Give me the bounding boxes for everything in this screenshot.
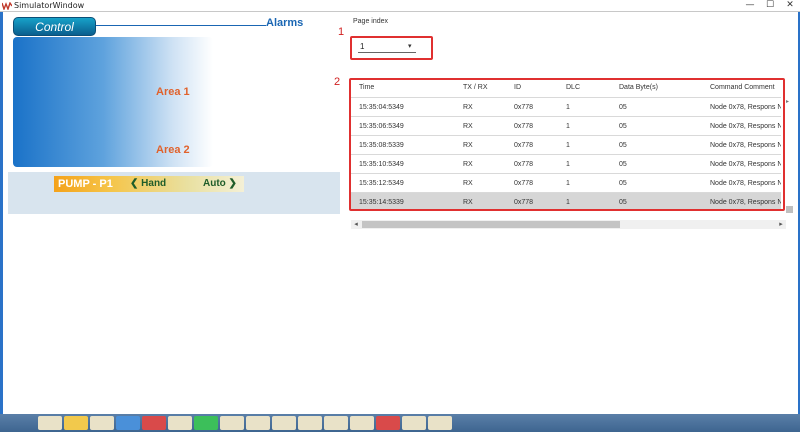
table-cell: 15:35:14:5339 xyxy=(359,199,404,206)
table-row[interactable]: 15:35:10:5349 RX 0x778 1 05 Node 0x78, R… xyxy=(351,154,781,173)
page-index-label: Page index xyxy=(353,18,389,25)
table-cell: 15:35:10:5349 xyxy=(359,161,404,168)
taskbar-app-icon[interactable] xyxy=(116,416,140,430)
table-cell: 05 xyxy=(619,180,627,187)
table-cell: 05 xyxy=(619,104,627,111)
table-cell: 1 xyxy=(566,123,570,130)
chevron-down-icon[interactable]: ▾ xyxy=(408,42,412,50)
annotation-1: 1 xyxy=(338,26,345,38)
table-cell: 15:35:12:5349 xyxy=(359,180,404,187)
column-header[interactable]: ID xyxy=(514,80,521,96)
table-cell: Node 0x78, Respons NM xyxy=(710,161,781,168)
table-header: Time TX / RX ID DLC Data Byte(s) Command… xyxy=(351,80,781,96)
table-row-selected[interactable]: 15:35:14:5339 RX 0x778 1 05 Node 0x78, R… xyxy=(351,192,781,209)
column-header[interactable]: Data Byte(s) xyxy=(619,80,658,96)
table-cell: RX xyxy=(463,142,473,149)
table-cell: 05 xyxy=(619,161,627,168)
message-table: Time TX / RX ID DLC Data Byte(s) Command… xyxy=(351,80,781,209)
table-cell: RX xyxy=(463,161,473,168)
annotation-2: 2 xyxy=(334,76,341,88)
taskbar-app-icon[interactable] xyxy=(194,416,218,430)
table-cell: 1 xyxy=(566,199,570,206)
taskbar-app-icon[interactable] xyxy=(142,416,166,430)
simulator-window: SimulatorWindow — ☐ ✕ Control System Ala… xyxy=(0,0,800,432)
table-row[interactable]: 15:35:12:5349 RX 0x778 1 05 Node 0x78, R… xyxy=(351,173,781,192)
maximize-button[interactable]: ☐ xyxy=(760,0,780,12)
table-cell: 0x778 xyxy=(514,180,534,187)
table-row[interactable]: 15:35:06:5349 RX 0x778 1 05 Node 0x78, R… xyxy=(351,116,781,135)
table-cell: 0x778 xyxy=(514,104,534,111)
minimize-button[interactable]: — xyxy=(740,0,760,12)
table-cell: Node 0x78, Respons NM xyxy=(710,142,781,149)
taskbar-app-icon[interactable] xyxy=(298,416,322,430)
taskbar-app-icon[interactable] xyxy=(350,416,374,430)
table-cell: 05 xyxy=(619,199,627,206)
auto-mode-button[interactable]: Auto ❯ xyxy=(203,176,237,192)
table-cell: 15:35:04:5349 xyxy=(359,104,404,111)
window-left-border xyxy=(0,12,3,414)
table-cell: RX xyxy=(463,123,473,130)
window-controls: — ☐ ✕ xyxy=(740,0,800,12)
taskbar-app-icon[interactable] xyxy=(428,416,452,430)
taskbar-app-icon[interactable] xyxy=(168,416,192,430)
column-header[interactable]: DLC xyxy=(566,80,580,96)
horizontal-scrollbar-thumb[interactable] xyxy=(362,221,620,228)
taskbar-app-icon[interactable] xyxy=(402,416,426,430)
table-cell: Node 0x78, Respons NM xyxy=(710,123,781,130)
header-divider xyxy=(96,25,266,26)
vertical-scroll-arrow-icon[interactable]: ▸ xyxy=(786,98,793,105)
table-cell: 0x778 xyxy=(514,161,534,168)
taskbar-app-icon[interactable] xyxy=(376,416,400,430)
table-cell: 05 xyxy=(619,123,627,130)
table-cell: 1 xyxy=(566,104,570,111)
taskbar-app-icon[interactable] xyxy=(90,416,114,430)
table-row[interactable]: 15:35:08:5339 RX 0x778 1 05 Node 0x78, R… xyxy=(351,135,781,154)
app-icon xyxy=(2,2,12,10)
taskbar-app-icon[interactable] xyxy=(64,416,88,430)
vertical-scrollbar-thumb[interactable] xyxy=(786,206,793,213)
taskbar-app-icon[interactable] xyxy=(272,416,296,430)
control-system-title: Control System xyxy=(34,20,74,52)
close-button[interactable]: ✕ xyxy=(780,0,800,12)
table-cell: 1 xyxy=(566,142,570,149)
hand-mode-button[interactable]: ❮ Hand xyxy=(130,176,166,192)
scroll-right-icon[interactable]: ▸ xyxy=(777,221,785,228)
table-cell: Node 0x78, Respons NM xyxy=(710,199,781,206)
table-cell: 0x778 xyxy=(514,199,534,206)
table-cell: 15:35:08:5339 xyxy=(359,142,404,149)
pump-label: PUMP - P1 xyxy=(58,178,113,190)
table-cell: RX xyxy=(463,104,473,111)
column-header[interactable]: TX / RX xyxy=(463,80,488,96)
taskbar-app-icon[interactable] xyxy=(220,416,244,430)
area-1-button[interactable]: Area 1 xyxy=(156,86,190,98)
scroll-left-icon[interactable]: ◂ xyxy=(352,221,360,228)
table-cell: 15:35:06:5349 xyxy=(359,123,404,130)
window-title: SimulatorWindow xyxy=(14,1,85,10)
table-cell: Node 0x78, Respons NM xyxy=(710,104,781,111)
taskbar-app-icon[interactable] xyxy=(38,416,62,430)
table-row[interactable]: 15:35:04:5349 RX 0x778 1 05 Node 0x78, R… xyxy=(351,97,781,116)
table-cell: 0x778 xyxy=(514,123,534,130)
column-header[interactable]: Time xyxy=(359,80,374,96)
column-header[interactable]: Command Comment xyxy=(710,80,775,96)
table-cell: RX xyxy=(463,180,473,187)
taskbar-app-icon[interactable] xyxy=(246,416,270,430)
table-cell: 0x778 xyxy=(514,142,534,149)
table-cell: 05 xyxy=(619,142,627,149)
area-2-button[interactable]: Area 2 xyxy=(156,144,190,156)
table-cell: RX xyxy=(463,199,473,206)
title-bar: SimulatorWindow — ☐ ✕ xyxy=(0,0,800,12)
table-cell: 1 xyxy=(566,161,570,168)
control-system-badge: Control System xyxy=(13,17,96,52)
table-cell: Node 0x78, Respons NM xyxy=(710,180,781,187)
alarms-link[interactable]: Alarms xyxy=(266,17,303,29)
taskbar-app-icon[interactable] xyxy=(324,416,348,430)
table-cell: 1 xyxy=(566,180,570,187)
